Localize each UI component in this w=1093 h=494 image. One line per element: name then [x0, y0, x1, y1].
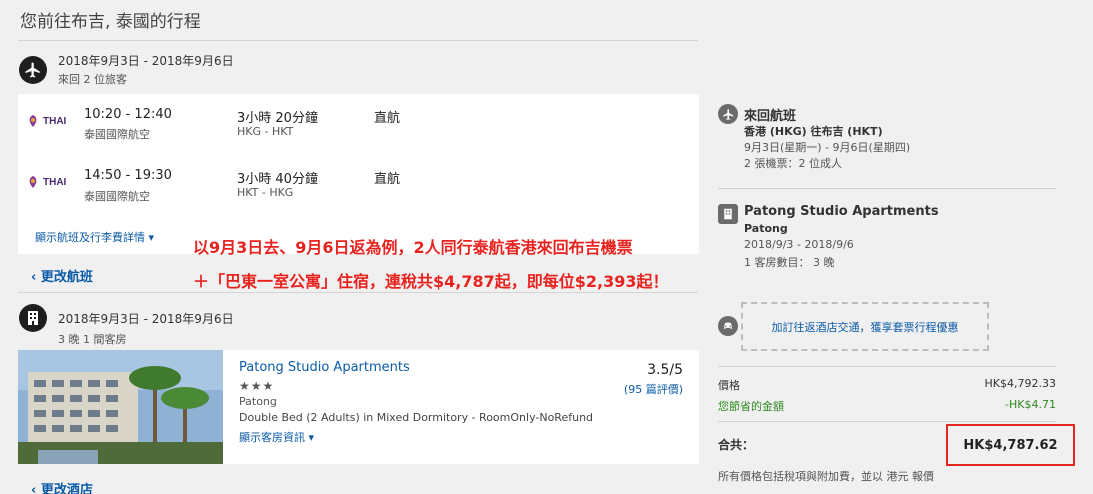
leg1-airline: 泰國國際航空 [84, 128, 150, 141]
price-disclaimer: 所有價格包括稅項與附加費，並以 港元 報價 [718, 470, 934, 483]
change-hotel-link[interactable]: ‹ 更改酒店 [31, 479, 93, 494]
airplane-icon [19, 56, 47, 84]
leg2-time: 14:50 - 19:30 [84, 168, 172, 183]
promo-annotation-line1: 以9月3日去、9月6日返為例，2人同行泰航香港來回布吉機票 [193, 238, 633, 257]
summary-divider [718, 421, 1056, 422]
leg1-time: 10:20 - 12:40 [84, 107, 172, 122]
airline-logo-text: THAI [43, 115, 67, 127]
hotel-location: Patong [239, 395, 277, 408]
leg1-route: HKG - HKT [237, 125, 294, 138]
price-row: 價格 HK$4,792.33 [718, 377, 1056, 393]
hotel-score: 3.5/5 [647, 362, 683, 378]
room-details-link[interactable]: 顯示客房資訊 ▾ [239, 429, 314, 445]
title-divider [18, 40, 698, 41]
summary-hotel-dates: 2018/9/3 - 2018/9/6 [744, 238, 854, 251]
summary-divider [718, 366, 1056, 367]
leg1-stops: 直航 [374, 111, 401, 126]
hotel-dates: 2018年9月3日 - 2018年9月6日 [58, 312, 234, 326]
summary-flight-dates: 9月3日(星期一) - 9月6日(星期四) [744, 141, 911, 154]
hotel-star-rating: ★★★ [239, 379, 275, 393]
flight-dates: 2018年9月3日 - 2018年9月6日 [58, 54, 234, 68]
hotel-panel: Patong Studio Apartments ★★★ Patong Doub… [18, 350, 699, 464]
building-icon [19, 304, 47, 332]
promo-annotation-line2: ＋「巴東一室公寓」住宿，連稅共$4,787起，即每位$2,393起！ [193, 272, 669, 291]
page-title: 您前往布吉, 泰國的行程 [20, 12, 201, 32]
total-price: HK$4,787.62 [946, 424, 1075, 466]
leg1-duration: 3小時 20分鐘 [237, 111, 318, 126]
summary-divider [718, 188, 1056, 189]
summary-flight-tickets: 2 張機票：2 位成人 [744, 157, 842, 170]
hotel-nights-rooms: 3 晚 1 間客房 [58, 333, 127, 346]
summary-flight-title: 來回航班 [744, 109, 797, 124]
leg2-duration: 3小時 40分鐘 [237, 172, 318, 187]
summary-hotel-rooms: 1 客房數目： 3 晚 [744, 256, 835, 269]
summary-flight-route: 香港 (HKG) 往布吉 (HKT) [744, 125, 883, 138]
change-flight-link[interactable]: ‹ 更改航班 [31, 266, 93, 285]
savings-row: 您節省的金額 -HK$4.71 [718, 398, 1056, 414]
savings-label: 您節省的金額 [718, 400, 784, 413]
price-value: HK$4,792.33 [984, 377, 1056, 390]
section-divider [18, 292, 698, 293]
flight-panel: THAI 10:20 - 12:40 泰國國際航空 3小時 20分鐘 HKG -… [18, 94, 699, 254]
hotel-room-type: Double Bed (2 Adults) in Mixed Dormitory… [239, 411, 594, 424]
thai-airways-logo: THAI [26, 115, 66, 127]
leg2-route: HKT - HKG [237, 186, 294, 199]
hotel-reviews-link[interactable]: (95 篇評價) [624, 381, 683, 397]
flight-details-link[interactable]: 顯示航班及行李費詳情 ▾ [35, 229, 154, 245]
leg2-airline: 泰國國際航空 [84, 190, 150, 203]
summary-hotel-location: Patong [744, 222, 788, 235]
hotel-name-link[interactable]: Patong Studio Apartments [239, 360, 410, 375]
flight-travelers: 來回 2 位旅客 [58, 73, 127, 86]
total-label: 合共： [718, 438, 755, 452]
hotel-photo[interactable] [18, 350, 223, 464]
leg2-stops: 直航 [374, 172, 401, 187]
airplane-icon [718, 104, 738, 124]
add-transfer-promo[interactable]: 加訂往返酒店交通，獲享套票行程優惠 [741, 302, 989, 351]
promo-text[interactable]: 加訂往返酒店交通，獲享套票行程優惠 [772, 319, 959, 335]
summary-hotel-title: Patong Studio Apartments [744, 204, 939, 219]
thai-airways-logo: THAI [26, 176, 66, 188]
airline-logo-text: THAI [43, 176, 67, 188]
car-icon [718, 316, 738, 336]
building-icon [718, 204, 738, 224]
price-label: 價格 [718, 379, 740, 392]
savings-value: -HK$4.71 [1005, 398, 1056, 411]
